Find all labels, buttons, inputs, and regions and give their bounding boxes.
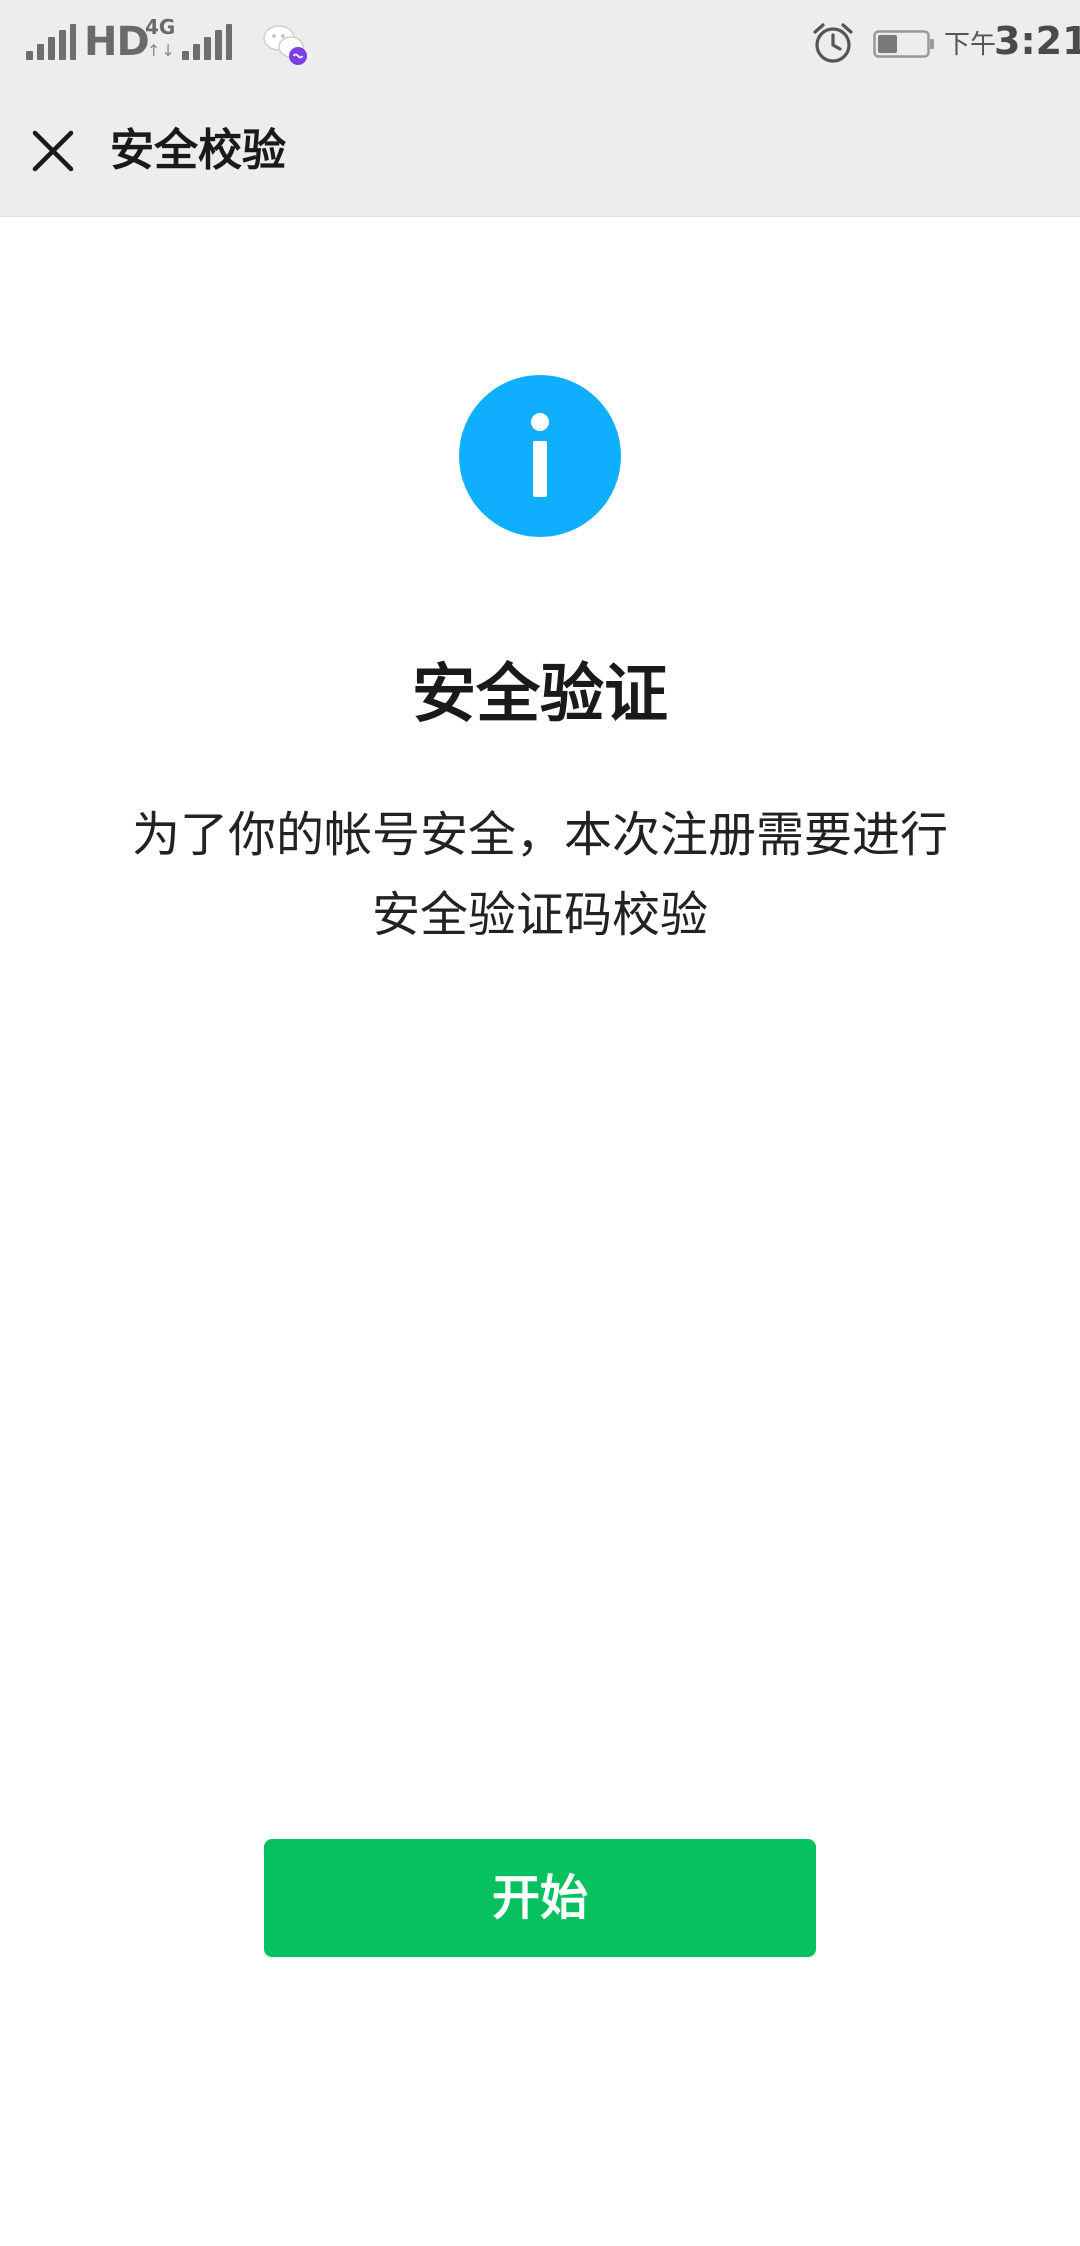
nav-bar: 安全校验 [0, 86, 1080, 217]
description-line: 为了你的帐号安全，本次注册需要进行 [131, 807, 948, 863]
signal-icon [26, 24, 76, 60]
alarm-icon [813, 23, 853, 63]
signal-icon-secondary [182, 24, 232, 60]
close-button[interactable] [20, 118, 86, 184]
close-icon [32, 130, 74, 172]
network-type-label: HD [84, 19, 150, 65]
screen: HD 4G ↑↓ 下午 3:21 安全校验 安全验证 为了你的帐号安全，本次注册… [0, 0, 1080, 2246]
page-title: 安全校验 [110, 125, 286, 176]
status-bar: HD 4G ↑↓ 下午 3:21 [0, 0, 1080, 86]
time-period-label: 下午 [944, 30, 997, 60]
data-activity-icon: ↑↓ [147, 41, 176, 60]
start-button[interactable]: 开始 [264, 1839, 816, 1957]
wechat-icon [263, 25, 307, 65]
network-gen-label: 4G [145, 15, 176, 39]
clock-time: 3:21 [994, 19, 1080, 63]
info-icon [459, 375, 621, 537]
description-line: 安全验证码校验 [371, 887, 708, 943]
verification-description: 为了你的帐号安全，本次注册需要进行 安全验证码校验 [90, 795, 990, 955]
battery-icon [873, 30, 934, 58]
verification-title: 安全验证 [412, 658, 668, 732]
